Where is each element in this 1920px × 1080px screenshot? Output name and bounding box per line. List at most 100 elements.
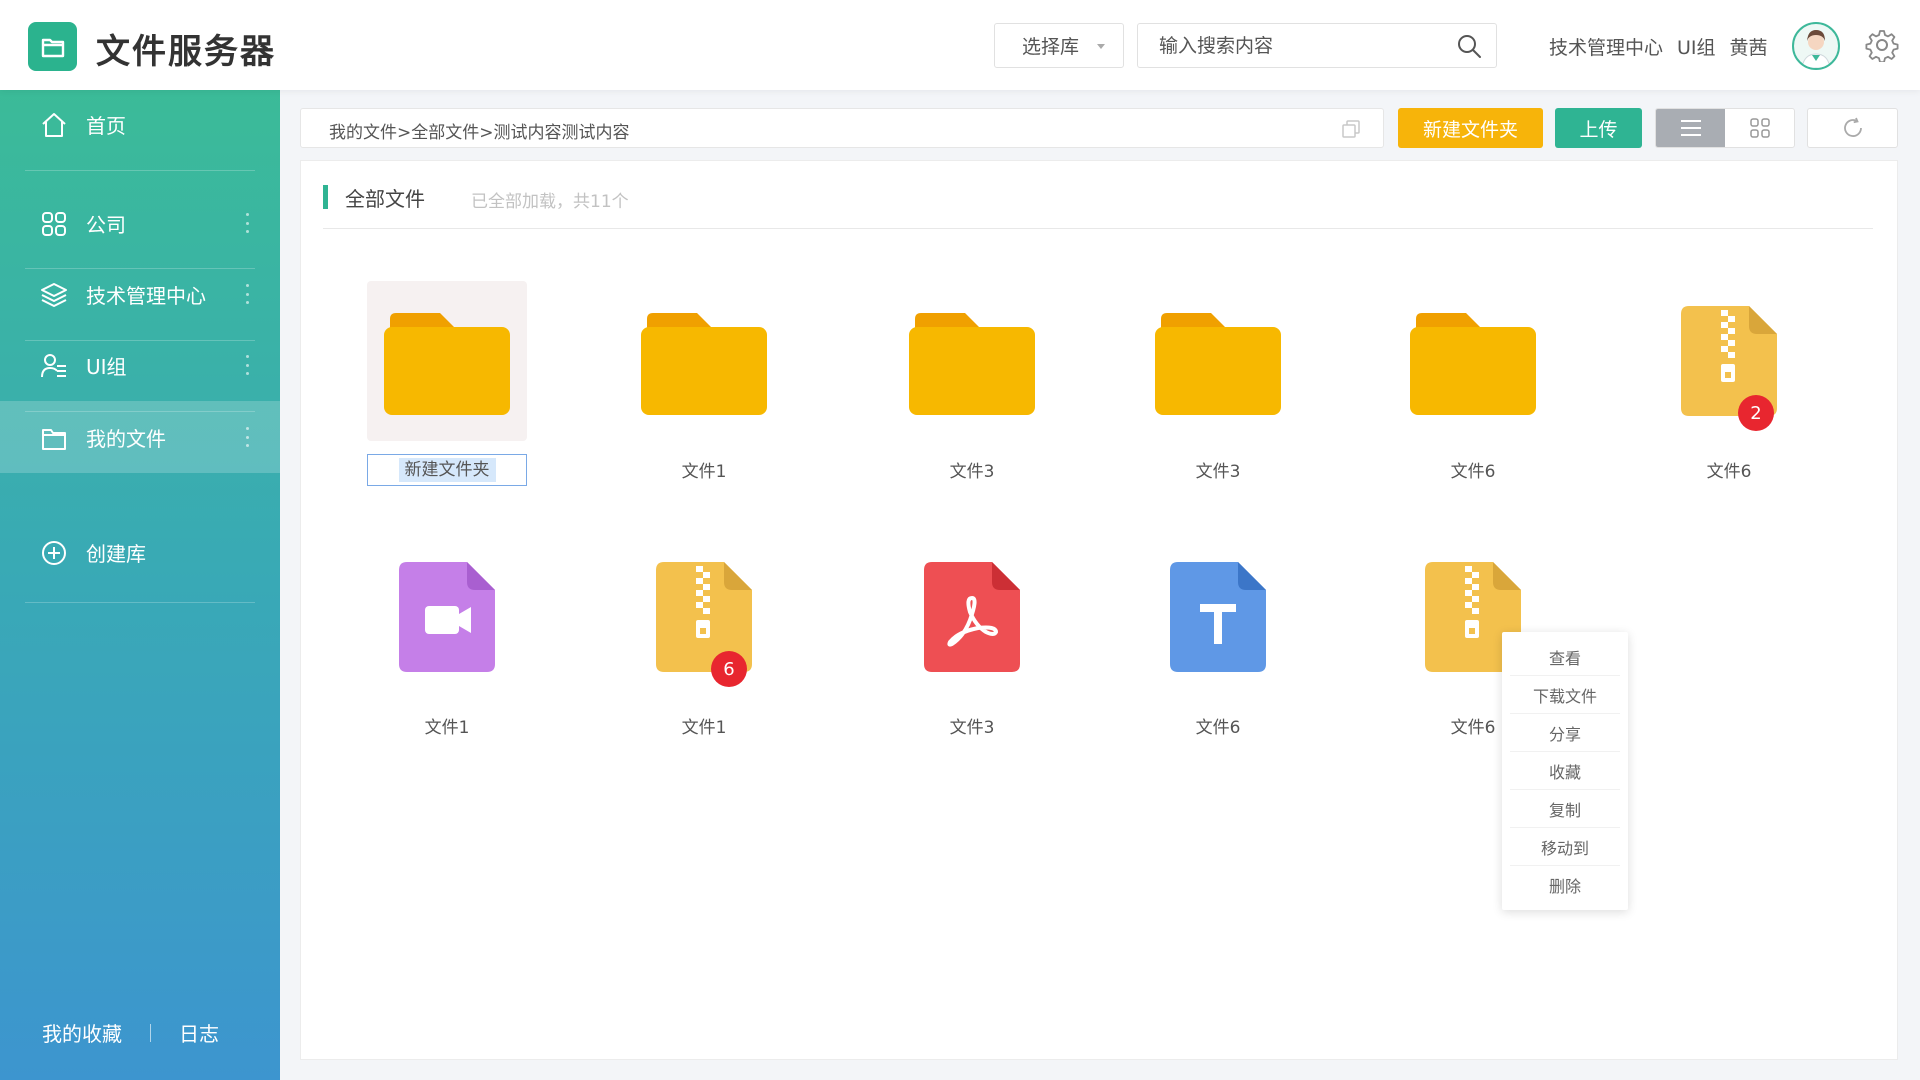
sidebar-item-create-library[interactable]: 创建库 xyxy=(0,516,280,588)
file-thumb xyxy=(367,537,527,697)
sidebar-divider xyxy=(25,268,255,269)
more-icon[interactable] xyxy=(246,284,250,304)
rename-text: 新建文件夹 xyxy=(398,458,496,482)
file-item[interactable]: 新建文件夹 xyxy=(362,281,532,486)
new-folder-button[interactable]: 新建文件夹 xyxy=(1398,108,1543,148)
context-menu-item[interactable]: 收藏 xyxy=(1510,752,1620,790)
file-name: 文件6 xyxy=(1706,462,1752,482)
file-name: 文件3 xyxy=(949,462,995,482)
search-icon[interactable] xyxy=(1456,33,1482,59)
file-thumb xyxy=(1649,281,1809,441)
refresh-button[interactable] xyxy=(1807,108,1898,148)
folder-icon xyxy=(641,313,767,415)
user-avatar-icon xyxy=(1801,30,1831,68)
list-view-button[interactable] xyxy=(1656,109,1725,147)
file-item[interactable]: 文件6 xyxy=(1388,281,1558,482)
file-thumb xyxy=(1393,281,1553,441)
search-input[interactable] xyxy=(1138,24,1448,67)
user-group: UI组 xyxy=(1677,37,1716,59)
file-name: 文件1 xyxy=(424,718,470,738)
file-panel: 全部文件 已全部加载，共11个 新建文件夹 文件1 文件3 文件3 文件6 文件6 2 文件1… xyxy=(300,160,1898,1060)
file-item[interactable]: 文件3 xyxy=(887,537,1057,738)
breadcrumb-path[interactable]: 我的文件>全部文件>测试内容测试内容 xyxy=(329,118,630,143)
caret-down-icon xyxy=(1097,44,1105,49)
count-badge: 2 xyxy=(1738,395,1774,431)
text-file-icon xyxy=(1170,562,1266,672)
sidebar-item-home[interactable]: 首页 xyxy=(0,88,280,160)
plus-circle-icon xyxy=(42,541,66,565)
sidebar-item-label: 首页 xyxy=(86,113,126,138)
sidebar-item-label: 技术管理中心 xyxy=(86,283,206,308)
context-menu-item[interactable]: 删除 xyxy=(1510,866,1620,904)
top-header: 文件服务器 选择库 技术管理中心 UI组 黄茜 xyxy=(0,0,1920,90)
user-name: 黄茜 xyxy=(1729,37,1768,59)
context-menu-item[interactable]: 查看 xyxy=(1510,638,1620,676)
gear-icon[interactable] xyxy=(1865,28,1899,62)
file-name: 文件3 xyxy=(949,718,995,738)
sidebar-divider xyxy=(25,340,255,341)
more-icon[interactable] xyxy=(246,213,250,233)
refresh-icon xyxy=(1843,117,1862,137)
file-thumb xyxy=(1138,281,1298,441)
library-select[interactable]: 选择库 xyxy=(994,23,1124,68)
file-item[interactable]: 文件3 xyxy=(887,281,1057,482)
panel-title: 全部文件 xyxy=(345,187,425,211)
file-thumb xyxy=(624,537,784,697)
file-item[interactable]: 文件1 xyxy=(619,281,789,482)
title-accent-bar xyxy=(323,185,328,209)
context-menu-item[interactable]: 分享 xyxy=(1510,714,1620,752)
list-icon xyxy=(1680,120,1701,136)
count-badge: 6 xyxy=(711,651,747,687)
grid-icon xyxy=(42,212,66,236)
file-name: 文件3 xyxy=(1195,462,1241,482)
folder-icon xyxy=(42,429,66,450)
user-department: 技术管理中心 xyxy=(1549,37,1664,59)
favorites-link[interactable]: 我的收藏 xyxy=(42,1018,122,1047)
app-logo xyxy=(28,22,77,71)
group-icon xyxy=(41,354,66,378)
view-toggle xyxy=(1655,108,1795,148)
log-link[interactable]: 日志 xyxy=(179,1018,219,1047)
file-name: 文件6 xyxy=(1450,462,1496,482)
sidebar-item-label: UI组 xyxy=(86,354,127,379)
search-box xyxy=(1137,23,1497,68)
library-select-label: 选择库 xyxy=(1022,36,1080,58)
sidebar-footer: 我的收藏 日志 xyxy=(42,1018,219,1047)
context-menu-item[interactable]: 下载文件 xyxy=(1510,676,1620,714)
footer-divider xyxy=(150,1023,151,1042)
copy-icon[interactable] xyxy=(1341,119,1361,139)
sidebar-item-label: 我的文件 xyxy=(86,426,166,451)
rename-input[interactable]: 新建文件夹 xyxy=(367,454,527,486)
file-item[interactable]: 文件6 xyxy=(1133,537,1303,738)
avatar[interactable] xyxy=(1792,22,1840,70)
upload-button[interactable]: 上传 xyxy=(1555,108,1642,148)
video-file-icon xyxy=(399,562,495,672)
file-name: 文件1 xyxy=(681,718,727,738)
layers-icon xyxy=(41,283,67,307)
more-icon[interactable] xyxy=(246,427,250,447)
breadcrumb: 我的文件>全部文件>测试内容测试内容 xyxy=(300,108,1384,148)
file-thumb xyxy=(892,537,1052,697)
folder-icon xyxy=(1410,313,1536,415)
file-item[interactable]: 文件1 xyxy=(619,537,789,738)
file-item[interactable]: 文件3 xyxy=(1133,281,1303,482)
grid-view-button[interactable] xyxy=(1725,109,1794,147)
context-menu-item[interactable]: 移动到 xyxy=(1510,828,1620,866)
file-item[interactable]: 文件1 xyxy=(362,537,532,738)
folder-icon xyxy=(384,313,510,415)
app-title: 文件服务器 xyxy=(96,32,276,72)
more-icon[interactable] xyxy=(246,355,250,375)
pdf-file-icon xyxy=(924,562,1020,672)
grid-icon xyxy=(1749,118,1770,138)
file-name: 文件1 xyxy=(681,462,727,482)
file-item[interactable]: 文件6 xyxy=(1644,281,1814,482)
folder-icon xyxy=(1155,313,1281,415)
file-thumb xyxy=(367,281,527,441)
context-menu-item[interactable]: 复制 xyxy=(1510,790,1620,828)
user-info: 技术管理中心 UI组 黄茜 xyxy=(1549,33,1768,60)
sidebar-item-company[interactable]: 公司 xyxy=(0,187,280,259)
context-menu: 查看 下载文件 分享 收藏 复制 移动到 删除 xyxy=(1502,632,1628,910)
sidebar-item-label: 创建库 xyxy=(86,541,146,566)
file-thumb xyxy=(892,281,1052,441)
load-status: 已全部加载，共11个 xyxy=(471,192,629,212)
